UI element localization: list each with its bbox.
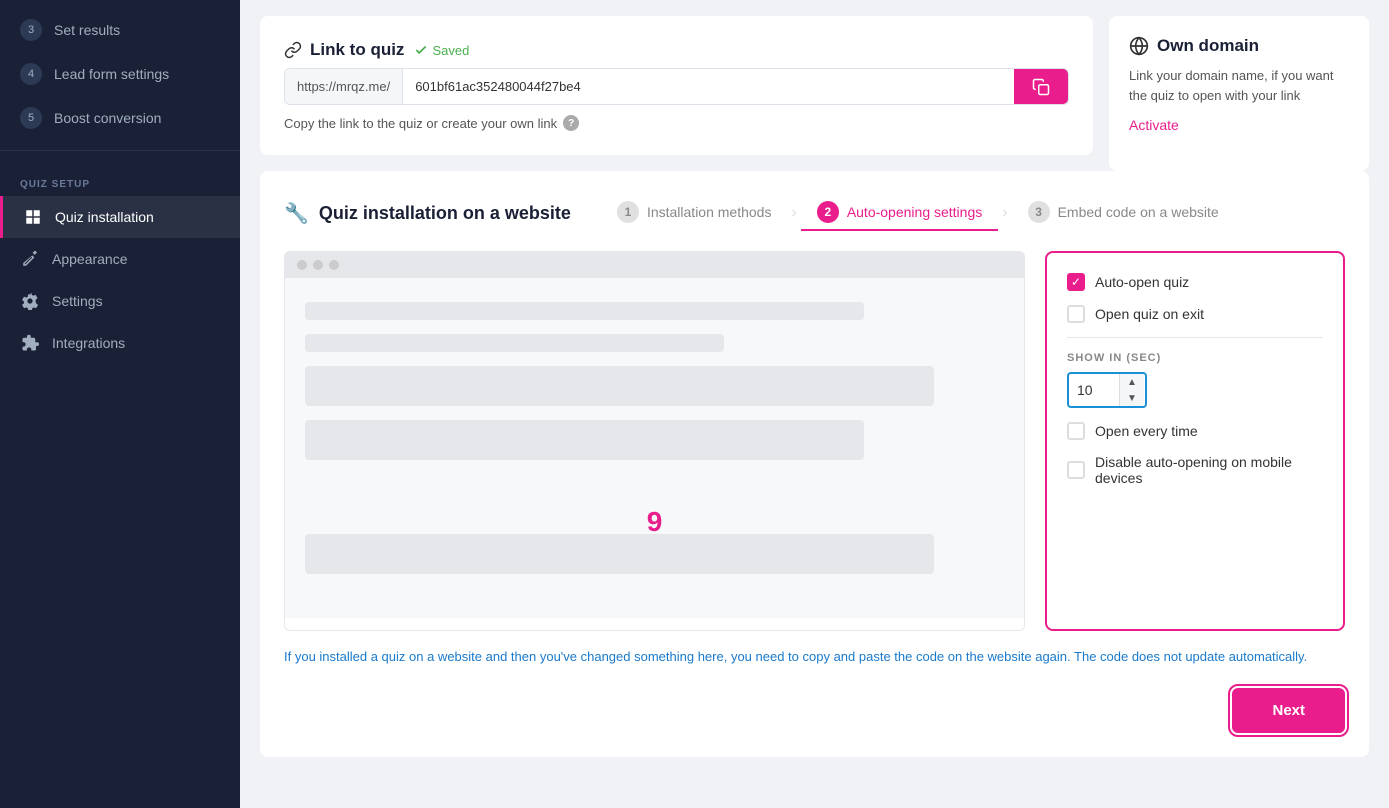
tab-num-2: 2	[817, 201, 839, 223]
tabs: 1 Installation methods › 2 Auto-opening …	[601, 195, 1235, 231]
sidebar-section-label: QUIZ SETUP	[0, 161, 240, 196]
skeleton-3	[305, 366, 934, 406]
link-hint: Copy the link to the quiz or create your…	[284, 115, 1069, 131]
preview-body: 9	[285, 278, 1024, 618]
sidebar-item-boost[interactable]: 5 Boost conversion	[0, 96, 240, 140]
tab-embed-code[interactable]: 3 Embed code on a website	[1012, 195, 1235, 231]
auto-open-checkbox[interactable]	[1067, 273, 1085, 291]
own-domain-title: Own domain	[1129, 36, 1349, 56]
preview-titlebar	[285, 252, 1024, 278]
sidebar-item-lead-form[interactable]: 4 Lead form settings	[0, 52, 240, 96]
open-every-time-checkbox[interactable]	[1067, 422, 1085, 440]
sidebar-item-label: Lead form settings	[54, 66, 169, 82]
disable-mobile-checkbox[interactable]	[1067, 461, 1085, 479]
sidebar-item-set-results[interactable]: 3 Set results	[0, 8, 240, 52]
content-area: 9 Auto-open quiz Open quiz on exit SHOW	[284, 251, 1345, 631]
sidebar-item-label: Integrations	[52, 335, 125, 351]
tab-separator-1: ›	[791, 204, 796, 222]
info-text: If you installed a quiz on a website and…	[284, 647, 1345, 668]
sidebar-item-label: Appearance	[52, 251, 128, 267]
globe-icon	[1129, 36, 1149, 56]
own-domain-card: Own domain Link your domain name, if you…	[1109, 16, 1369, 171]
help-icon[interactable]: ?	[563, 115, 579, 131]
own-domain-desc: Link your domain name, if you want the q…	[1129, 66, 1349, 105]
open-every-time-label: Open every time	[1095, 423, 1198, 439]
grid-icon	[23, 207, 43, 227]
disable-mobile-row: Disable auto-opening on mobile devices	[1067, 454, 1323, 486]
auto-open-label: Auto-open quiz	[1095, 274, 1189, 290]
brush-icon	[20, 249, 40, 269]
install-title: Quiz installation on a website	[319, 203, 571, 224]
wrench-icon: 🔧	[284, 201, 309, 226]
options-panel: Auto-open quiz Open quiz on exit SHOW IN…	[1045, 251, 1345, 631]
check-icon	[414, 43, 428, 57]
saved-badge: Saved	[414, 43, 469, 58]
next-button[interactable]: Next	[1232, 688, 1345, 733]
copy-button[interactable]	[1014, 69, 1068, 104]
preview-area: 9	[284, 251, 1025, 631]
url-prefix: https://mrqz.me/	[285, 69, 403, 104]
copy-icon	[1032, 78, 1050, 96]
gear-icon	[20, 291, 40, 311]
sidebar: 3 Set results 4 Lead form settings 5 Boo…	[0, 0, 240, 808]
install-card: 🔧 Quiz installation on a website 1 Insta…	[260, 171, 1369, 757]
link-icon	[284, 41, 302, 59]
main-content: Link to quiz Saved https://mrqz.me/ Copy…	[240, 0, 1389, 808]
show-in-label: SHOW IN (SEC)	[1067, 352, 1323, 364]
tab-auto-opening[interactable]: 2 Auto-opening settings	[801, 195, 998, 231]
show-in-input[interactable]	[1069, 376, 1119, 404]
footer-row: Next	[284, 688, 1345, 733]
open-on-exit-row: Open quiz on exit	[1067, 305, 1323, 323]
url-input-wrapper: https://mrqz.me/	[284, 68, 1069, 105]
open-on-exit-label: Open quiz on exit	[1095, 306, 1204, 322]
divider-1	[1067, 337, 1323, 338]
number-input-wrapper: ▲ ▼	[1067, 372, 1147, 408]
open-every-time-row: Open every time	[1067, 422, 1323, 440]
spin-up-button[interactable]: ▲	[1120, 374, 1144, 390]
number-spinners: ▲ ▼	[1119, 374, 1144, 406]
tab-separator-2: ›	[1002, 204, 1007, 222]
auto-open-row: Auto-open quiz	[1067, 273, 1323, 291]
skeleton-4	[305, 420, 864, 460]
puzzle-icon	[20, 333, 40, 353]
tab-num-3: 3	[1028, 201, 1050, 223]
sidebar-item-label: Boost conversion	[54, 110, 161, 126]
step-num-5: 5	[20, 107, 42, 129]
preview-number: 9	[647, 506, 663, 538]
skeleton-5	[305, 534, 934, 574]
spin-down-button[interactable]: ▼	[1120, 390, 1144, 406]
link-to-quiz-card: Link to quiz Saved https://mrqz.me/ Copy…	[260, 16, 1093, 155]
dot-1	[297, 260, 307, 270]
dot-2	[313, 260, 323, 270]
sidebar-item-appearance[interactable]: Appearance	[0, 238, 240, 280]
dot-3	[329, 260, 339, 270]
sidebar-item-label: Quiz installation	[55, 209, 154, 225]
tab-installation-methods[interactable]: 1 Installation methods	[601, 195, 788, 231]
open-on-exit-checkbox[interactable]	[1067, 305, 1085, 323]
url-input[interactable]	[403, 69, 1014, 104]
link-title: Link to quiz	[284, 40, 404, 60]
step-num-3: 3	[20, 19, 42, 41]
sidebar-item-integrations[interactable]: Integrations	[0, 322, 240, 364]
skeleton-2	[305, 334, 724, 352]
sidebar-item-label: Set results	[54, 22, 120, 38]
sidebar-item-quiz-installation[interactable]: Quiz installation	[0, 196, 240, 238]
disable-mobile-label: Disable auto-opening on mobile devices	[1095, 454, 1323, 486]
install-header: 🔧 Quiz installation on a website 1 Insta…	[284, 195, 1345, 231]
sidebar-item-settings[interactable]: Settings	[0, 280, 240, 322]
top-cards-row: Link to quiz Saved https://mrqz.me/ Copy…	[260, 16, 1369, 171]
sidebar-item-label: Settings	[52, 293, 103, 309]
skeleton-1	[305, 302, 864, 320]
step-num-4: 4	[20, 63, 42, 85]
activate-link[interactable]: Activate	[1129, 117, 1179, 133]
tab-num-1: 1	[617, 201, 639, 223]
